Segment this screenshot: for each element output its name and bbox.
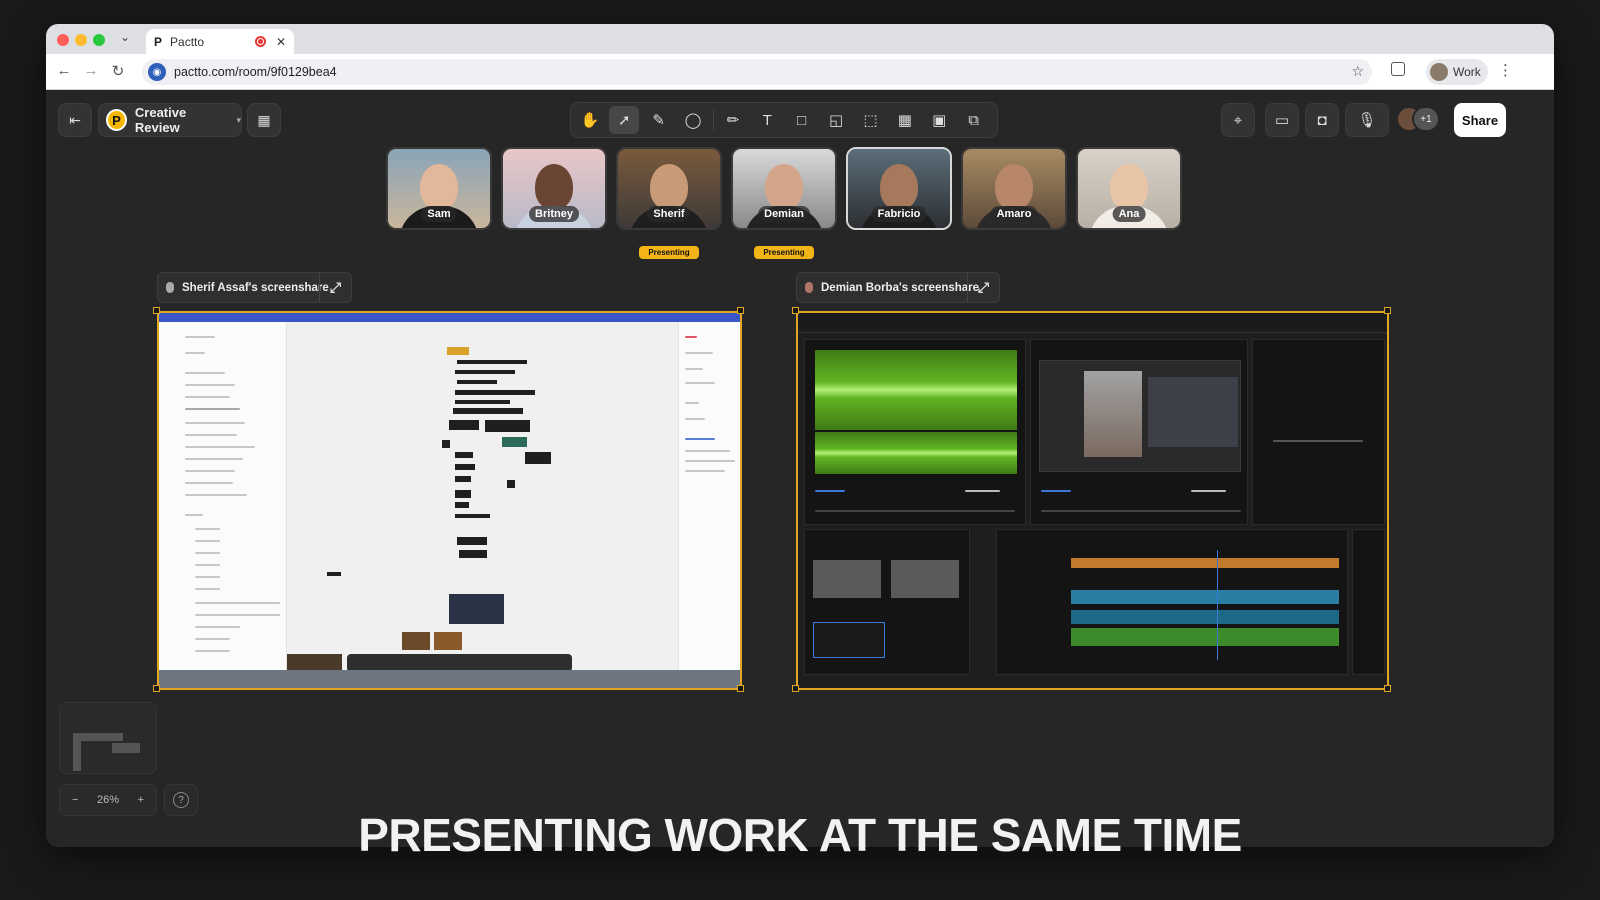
bookmark-star-icon[interactable]: ☆ (1351, 63, 1364, 80)
participant-tile-ana[interactable]: Ana (1076, 147, 1182, 230)
note-icon[interactable]: ◱ (821, 106, 851, 134)
address-bar-row: ← → ↻ ◉ pactto.com/room/9f0129bea4 ☆ Wor… (46, 54, 1554, 90)
screenshare-header-demian[interactable]: Demian Borba's screenshare ⤢ (796, 272, 1000, 303)
canvas-toolbar: ✋ ➚ ✎ ◯ ✏ T □ ◱ ⬚ ▦ ▣ ⧉ (570, 102, 998, 138)
presenting-label: Presenting (648, 248, 690, 257)
avatar-more-count: +1 (1412, 106, 1440, 132)
forward-arrow-icon[interactable]: → (81, 62, 101, 79)
expand-icon[interactable]: ⤢ (319, 273, 351, 302)
zoom-level[interactable]: 26% (97, 794, 119, 806)
screenshare-frame-sherif[interactable] (157, 311, 742, 690)
browser-tab[interactable]: P Pactto ✕ (146, 29, 294, 54)
screenshare-header-sherif[interactable]: Sherif Assaf's screenshare ⤢ (157, 272, 352, 303)
close-window-button[interactable] (57, 34, 69, 46)
minimap[interactable] (59, 702, 157, 774)
url-text: pactto.com/room/9f0129bea4 (174, 65, 337, 79)
table-icon[interactable]: ▦ (890, 106, 920, 134)
participant-tile-britney[interactable]: Britney (501, 147, 607, 230)
pointer-icon[interactable]: ➚ (609, 106, 640, 134)
shared-properties-panel (678, 322, 740, 670)
screen-capture-icon[interactable]: ⌖ (1221, 103, 1255, 137)
shared-menubar (159, 313, 740, 322)
participant-avatars[interactable]: +1 (1396, 106, 1440, 134)
image-icon[interactable]: ⧉ (959, 106, 989, 134)
avatar (805, 282, 813, 293)
zoom-in-button[interactable]: + (138, 794, 144, 806)
participant-tile-fabricio[interactable]: Fabricio (846, 147, 952, 230)
participant-tile-demian[interactable]: Demian (731, 147, 837, 230)
participant-name: Sherif (647, 206, 691, 222)
participant-name: Demian (758, 206, 810, 222)
close-tab-icon[interactable]: ✕ (276, 35, 286, 49)
participant-tile-sam[interactable]: Sam (386, 147, 492, 230)
site-info-icon[interactable]: ◉ (148, 63, 166, 81)
reload-icon[interactable]: ↻ (108, 62, 128, 80)
camera-icon[interactable]: ◘ (1305, 103, 1339, 137)
embed-icon[interactable]: ▣ (924, 106, 954, 134)
profile-label: Work (1453, 65, 1481, 79)
room-name: Creative Review (134, 105, 187, 135)
video-caption: PRESENTING WORK AT THE SAME TIME (358, 809, 1242, 861)
shared-project-panel (804, 529, 970, 675)
back-arrow-icon[interactable]: ← (54, 62, 74, 79)
shared-properties-panel (1252, 339, 1385, 525)
shared-audio-meter (1352, 529, 1385, 675)
expand-icon[interactable]: ⤢ (967, 273, 999, 302)
lasso-icon[interactable]: ◯ (678, 106, 708, 134)
hand-icon[interactable]: ✋ (575, 106, 605, 134)
participant-name: Britney (529, 206, 579, 222)
text-icon[interactable]: T (752, 106, 782, 134)
tab-search-chevron-icon[interactable]: ⌄ (120, 30, 130, 44)
participant-name: Sam (421, 206, 457, 222)
tab-title: Pactto (170, 34, 205, 49)
recording-icon (254, 36, 266, 47)
chevron-down-icon: ▾ (236, 114, 241, 125)
shape-icon[interactable]: □ (787, 106, 817, 134)
screenshare-frame-demian[interactable] (796, 311, 1389, 690)
pactto-favicon-icon: P (154, 34, 163, 49)
participant-name: Fabricio (871, 206, 927, 222)
shared-dock (159, 670, 740, 688)
participant-name: Amaro (990, 206, 1038, 222)
participant-tile-sherif[interactable]: Sherif (616, 147, 722, 230)
shared-editor-topbar (798, 313, 1387, 333)
microphone-icon[interactable]: 🎙︎ (1345, 103, 1389, 137)
shared-program-monitor (1030, 339, 1248, 525)
participant-name: Ana (1112, 206, 1146, 222)
shared-timeline-panel (996, 529, 1348, 675)
pen-icon[interactable]: ✎ (644, 106, 674, 134)
pencil-icon[interactable]: ✏ (718, 106, 748, 134)
shared-canvas (287, 322, 678, 674)
pactto-logo-icon: P (106, 109, 127, 131)
browser-window: ⌄ P Pactto ✕ ← → ↻ ◉ pactto.com/room/9f0… (46, 24, 1554, 847)
maximize-window-button[interactable] (93, 34, 105, 46)
microphone-icon (166, 282, 174, 293)
upload-icon[interactable]: ⬚ (856, 106, 886, 134)
browser-menu-icon[interactable]: ⋮ (1498, 61, 1513, 79)
browser-tab-strip: ⌄ P Pactto ✕ (46, 24, 1554, 54)
participant-tile-amaro[interactable]: Amaro (961, 147, 1067, 230)
room-selector[interactable]: P Creative Review ▾ (98, 103, 242, 137)
extensions-icon[interactable] (1391, 62, 1405, 76)
screenshare-title: Demian Borba's screenshare (821, 281, 980, 294)
minimize-window-button[interactable] (75, 34, 87, 46)
presenting-badge: Presenting (754, 246, 814, 259)
profile-button[interactable]: Work (1426, 59, 1488, 85)
zoom-out-button[interactable]: − (72, 794, 78, 806)
omnibox[interactable]: ◉ pactto.com/room/9f0129bea4 ☆ (142, 59, 1372, 85)
presenting-badge: Presenting (639, 246, 699, 259)
presenting-label: Presenting (763, 248, 805, 257)
layout-grid-icon[interactable]: ▦ (247, 103, 281, 137)
share-button[interactable]: Share (1454, 103, 1506, 137)
profile-avatar (1430, 63, 1448, 81)
shared-layers-panel (159, 322, 287, 670)
help-icon: ? (173, 792, 189, 808)
shared-source-monitor (804, 339, 1026, 525)
screenshare-title: Sherif Assaf's screenshare (182, 281, 329, 294)
screenshare-icon[interactable]: ▭ (1265, 103, 1299, 137)
leave-room-icon[interactable]: ⇤ (58, 103, 92, 137)
toolbar-divider (712, 110, 714, 130)
